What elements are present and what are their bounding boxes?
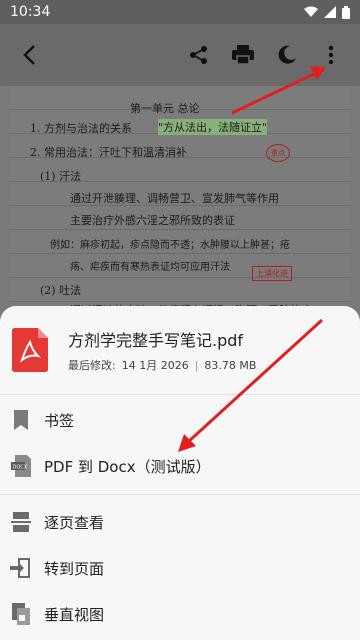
pdf-file-icon	[12, 328, 48, 372]
meta-separator: |	[194, 358, 199, 372]
top-toolbar	[0, 24, 360, 86]
menu-label: 逐页查看	[44, 513, 105, 532]
menu-item-page-by-page[interactable]: 逐页查看	[0, 499, 360, 545]
file-info: 方剂学完整手写笔记.pdf 最后修改: 14 1月 2026 | 83.78 M…	[68, 327, 256, 373]
page-view-icon	[10, 511, 32, 533]
doc-line: 例如：麻疹初起，疹点隐而不透；水肿腰以上肿甚；疮	[50, 240, 290, 251]
menu-label: 垂直视图	[44, 605, 105, 624]
doc-heading: 第一单元 总论	[130, 102, 200, 115]
file-header: 方剂学完整手写笔记.pdf 最后修改: 14 1月 2026 | 83.78 M…	[0, 306, 360, 394]
doc-line: (2) 吐法	[40, 284, 82, 297]
svg-text:DOCX: DOCX	[13, 465, 28, 471]
back-arrow-icon	[23, 45, 35, 65]
menu-label: PDF 到 Docx（测试版）	[44, 457, 211, 476]
battery-icon	[342, 5, 350, 19]
menu-label: 转到页面	[44, 559, 105, 578]
menu-item-bookmarks[interactable]: 书签	[0, 397, 360, 443]
back-button[interactable]	[8, 34, 50, 76]
menu-item-pdf-to-docx[interactable]: DOCX PDF 到 Docx（测试版）	[0, 443, 360, 489]
options-bottom-sheet: 方剂学完整手写笔记.pdf 最后修改: 14 1月 2026 | 83.78 M…	[0, 306, 360, 640]
file-name: 方剂学完整手写笔记.pdf	[68, 331, 244, 350]
doc-line: 疡、疟疾而有寒热表证均可应用汗法	[70, 262, 230, 273]
share-button[interactable]	[178, 34, 220, 76]
share-icon	[190, 46, 207, 64]
modified-label: 最后修改:	[68, 359, 116, 372]
file-meta: 最后修改: 14 1月 2026 | 83.78 MB	[68, 357, 256, 373]
divider	[0, 494, 360, 495]
doc-line: "方从法出，法随证立"	[158, 119, 268, 135]
doc-line: 1. 方剂与治法的关系	[30, 122, 132, 135]
modified-date: 14 1月 2026	[121, 359, 189, 372]
handwritten-page: 第一单元 总论 1. 方剂与治法的关系 "方从法出，法随证立" 2. 常用治法：…	[10, 86, 350, 316]
more-vert-icon	[328, 45, 334, 65]
wifi-icon	[304, 6, 318, 17]
bookmark-icon	[10, 409, 32, 431]
goto-page-icon	[10, 557, 32, 579]
doc-line: (1) 汗法	[40, 170, 82, 183]
doc-stamp: 重点	[266, 144, 290, 162]
docx-icon: DOCX	[10, 455, 32, 477]
pdf-page-view[interactable]: 第一单元 总论 1. 方剂与治法的关系 "方从法出，法随证立" 2. 常用治法：…	[0, 86, 360, 316]
night-mode-button[interactable]	[266, 34, 308, 76]
status-time: 10:34	[10, 4, 51, 20]
vertical-view-icon	[10, 603, 32, 625]
status-icons	[304, 5, 350, 19]
file-size: 83.78 MB	[204, 358, 257, 372]
divider	[0, 394, 360, 395]
moon-icon	[278, 45, 296, 64]
print-button[interactable]	[222, 34, 264, 76]
menu-item-vertical-view[interactable]: 垂直视图	[0, 591, 360, 637]
print-icon	[232, 45, 254, 65]
status-bar: 10:34	[0, 0, 360, 24]
signal-icon	[324, 6, 336, 18]
more-options-button[interactable]	[310, 34, 352, 76]
menu-label: 书签	[44, 411, 75, 430]
menu-item-go-to-page[interactable]: 转到页面	[0, 545, 360, 591]
doc-line: 主要治疗外感六淫之邪所致的表证	[70, 214, 235, 227]
doc-line: 通过开泄腠理、调畅营卫、宣发肺气等作用	[70, 192, 279, 205]
doc-tag: 上涌化逆	[252, 266, 292, 281]
doc-line: 2. 常用治法：汗吐下和温清消补	[30, 146, 187, 159]
